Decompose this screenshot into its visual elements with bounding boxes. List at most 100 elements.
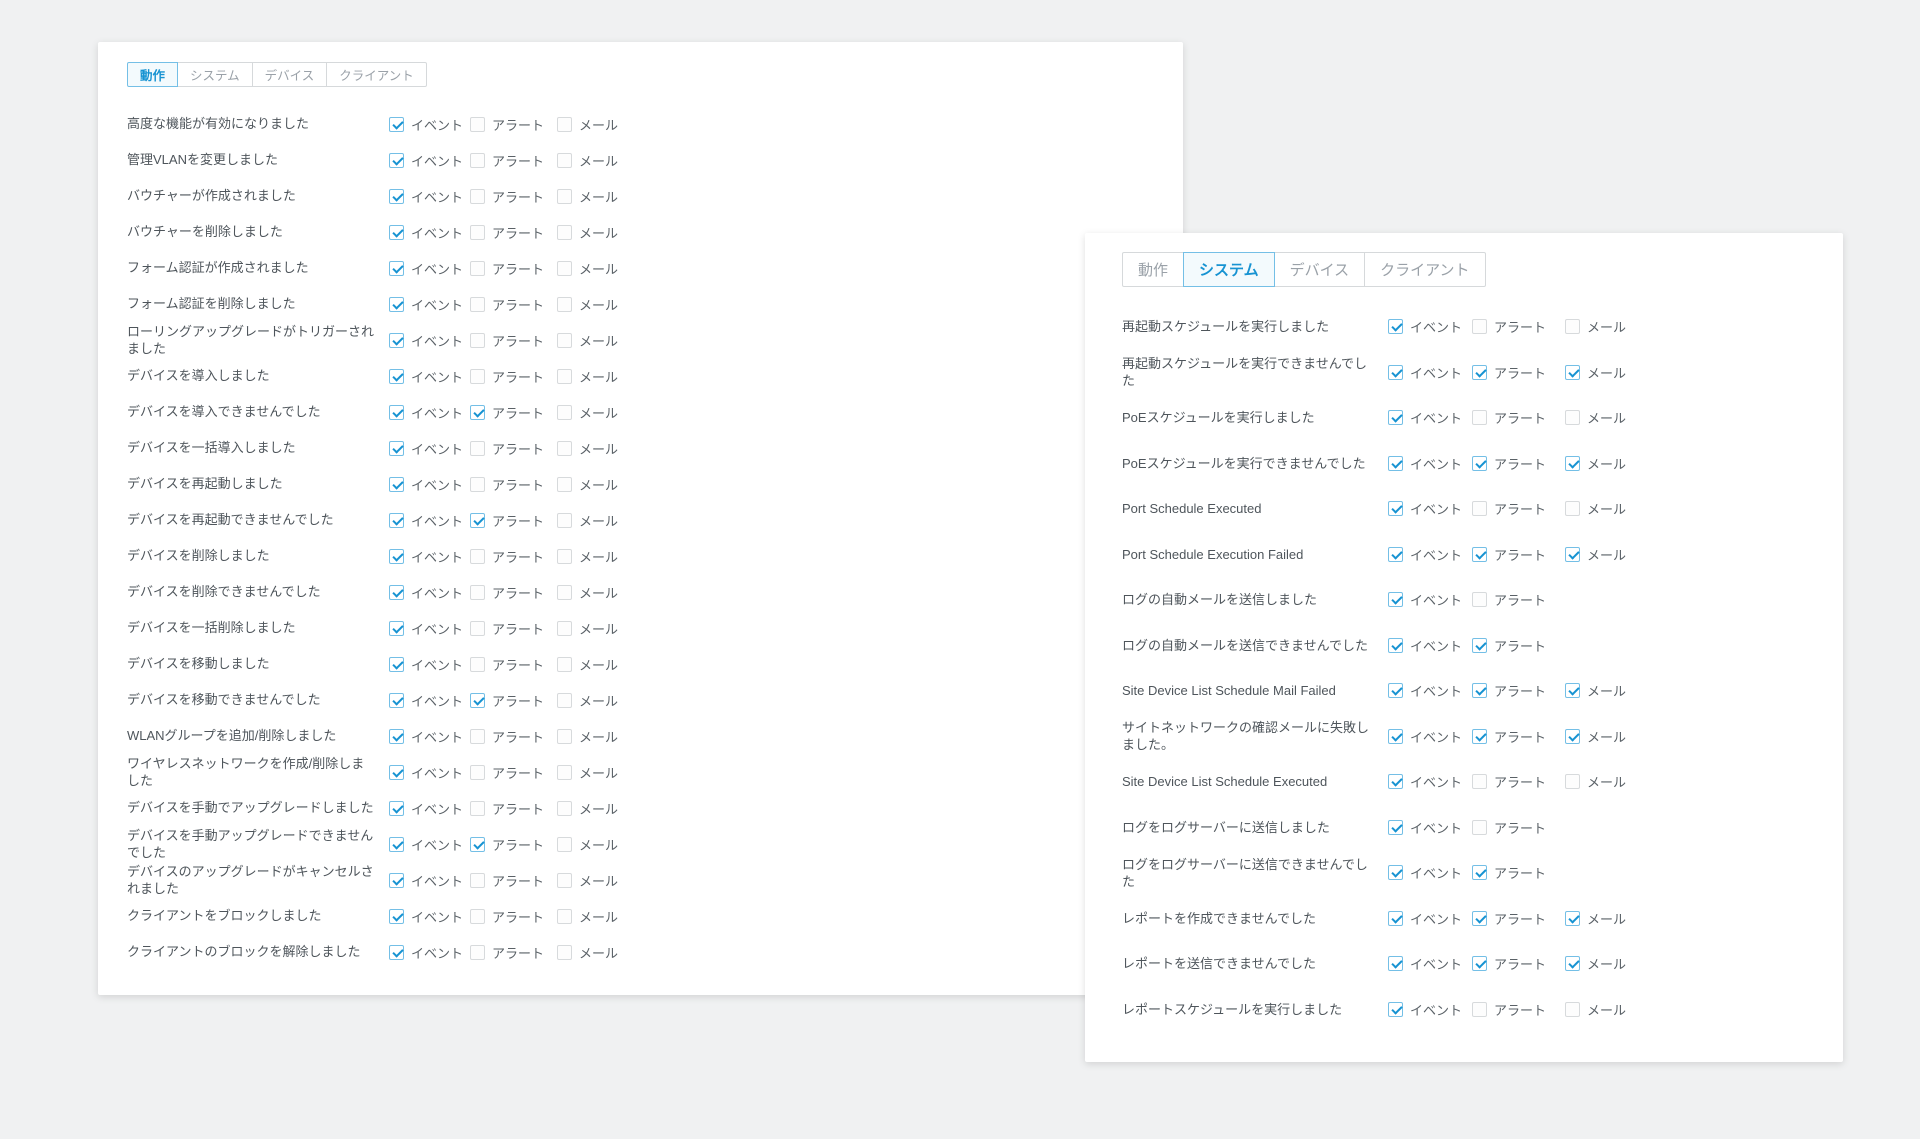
mail-checkbox[interactable] <box>1565 319 1580 334</box>
mail-checkbox-item[interactable]: メール <box>557 583 618 602</box>
mail-checkbox-item[interactable]: メール <box>1565 1000 1626 1019</box>
mail-checkbox-item[interactable]: メール <box>557 871 618 890</box>
tab-device[interactable]: デバイス <box>252 62 328 87</box>
tab-action[interactable]: 動作 <box>127 62 178 87</box>
mail-checkbox[interactable] <box>557 549 572 564</box>
event-checkbox-item[interactable]: イベント <box>389 259 470 278</box>
event-checkbox[interactable] <box>389 477 404 492</box>
mail-checkbox[interactable] <box>557 261 572 276</box>
alert-checkbox[interactable] <box>1472 501 1487 516</box>
event-checkbox-item[interactable]: イベント <box>1388 408 1472 427</box>
event-checkbox-item[interactable]: イベント <box>1388 727 1472 746</box>
event-checkbox-item[interactable]: イベント <box>1388 545 1472 564</box>
mail-checkbox-item[interactable]: メール <box>557 439 618 458</box>
alert-checkbox-item[interactable]: アラート <box>470 943 557 962</box>
alert-checkbox[interactable] <box>470 549 485 564</box>
event-checkbox-item[interactable]: イベント <box>389 835 470 854</box>
event-checkbox-item[interactable]: イベント <box>1388 1000 1472 1019</box>
alert-checkbox-item[interactable]: アラート <box>1472 636 1565 655</box>
alert-checkbox-item[interactable]: アラート <box>470 403 557 422</box>
mail-checkbox[interactable] <box>1565 774 1580 789</box>
event-checkbox[interactable] <box>389 333 404 348</box>
event-checkbox-item[interactable]: イベント <box>389 403 470 422</box>
alert-checkbox[interactable] <box>1472 592 1487 607</box>
event-checkbox-item[interactable]: イベント <box>389 511 470 530</box>
alert-checkbox[interactable] <box>470 621 485 636</box>
alert-checkbox[interactable] <box>1472 683 1487 698</box>
mail-checkbox-item[interactable]: メール <box>557 295 618 314</box>
mail-checkbox-item[interactable]: メール <box>557 727 618 746</box>
mail-checkbox-item[interactable]: メール <box>557 151 618 170</box>
event-checkbox-item[interactable]: イベント <box>389 115 470 134</box>
event-checkbox[interactable] <box>1388 638 1403 653</box>
mail-checkbox-item[interactable]: メール <box>557 403 618 422</box>
event-checkbox-item[interactable]: イベント <box>389 763 470 782</box>
event-checkbox[interactable] <box>1388 865 1403 880</box>
event-checkbox-item[interactable]: イベント <box>389 547 470 566</box>
alert-checkbox-item[interactable]: アラート <box>470 367 557 386</box>
alert-checkbox-item[interactable]: アラート <box>470 619 557 638</box>
mail-checkbox[interactable] <box>1565 956 1580 971</box>
mail-checkbox[interactable] <box>557 801 572 816</box>
mail-checkbox[interactable] <box>557 225 572 240</box>
event-checkbox-item[interactable]: イベント <box>1388 499 1472 518</box>
event-checkbox-item[interactable]: イベント <box>389 691 470 710</box>
event-checkbox-item[interactable]: イベント <box>1388 636 1472 655</box>
alert-checkbox-item[interactable]: アラート <box>470 763 557 782</box>
mail-checkbox[interactable] <box>557 945 572 960</box>
event-checkbox[interactable] <box>389 297 404 312</box>
alert-checkbox[interactable] <box>470 585 485 600</box>
mail-checkbox-item[interactable]: メール <box>557 835 618 854</box>
alert-checkbox-item[interactable]: アラート <box>1472 1000 1565 1019</box>
event-checkbox-item[interactable]: イベント <box>389 331 470 350</box>
alert-checkbox-item[interactable]: アラート <box>470 727 557 746</box>
event-checkbox[interactable] <box>389 585 404 600</box>
alert-checkbox[interactable] <box>470 729 485 744</box>
alert-checkbox-item[interactable]: アラート <box>470 223 557 242</box>
mail-checkbox-item[interactable]: メール <box>1565 727 1626 746</box>
event-checkbox-item[interactable]: イベント <box>389 151 470 170</box>
mail-checkbox[interactable] <box>557 729 572 744</box>
alert-checkbox[interactable] <box>470 441 485 456</box>
alert-checkbox[interactable] <box>1472 729 1487 744</box>
mail-checkbox-item[interactable]: メール <box>1565 909 1626 928</box>
alert-checkbox[interactable] <box>1472 1002 1487 1017</box>
event-checkbox[interactable] <box>389 801 404 816</box>
tab-system[interactable]: システム <box>1183 252 1275 287</box>
alert-checkbox-item[interactable]: アラート <box>1472 909 1565 928</box>
event-checkbox-item[interactable]: イベント <box>389 943 470 962</box>
event-checkbox[interactable] <box>389 261 404 276</box>
alert-checkbox[interactable] <box>470 369 485 384</box>
alert-checkbox-item[interactable]: アラート <box>470 871 557 890</box>
mail-checkbox[interactable] <box>1565 1002 1580 1017</box>
alert-checkbox-item[interactable]: アラート <box>470 691 557 710</box>
mail-checkbox-item[interactable]: メール <box>1565 454 1626 473</box>
mail-checkbox-item[interactable]: メール <box>1565 681 1626 700</box>
mail-checkbox-item[interactable]: メール <box>557 331 618 350</box>
event-checkbox[interactable] <box>389 909 404 924</box>
alert-checkbox[interactable] <box>470 513 485 528</box>
alert-checkbox-item[interactable]: アラート <box>470 331 557 350</box>
event-checkbox[interactable] <box>1388 365 1403 380</box>
event-checkbox-item[interactable]: イベント <box>389 295 470 314</box>
event-checkbox-item[interactable]: イベント <box>389 475 470 494</box>
mail-checkbox-item[interactable]: メール <box>557 547 618 566</box>
alert-checkbox-item[interactable]: アラート <box>470 583 557 602</box>
tab-client[interactable]: クライアント <box>1364 252 1485 287</box>
alert-checkbox-item[interactable]: アラート <box>1472 317 1565 336</box>
mail-checkbox-item[interactable]: メール <box>557 187 618 206</box>
mail-checkbox-item[interactable]: メール <box>557 367 618 386</box>
mail-checkbox[interactable] <box>557 441 572 456</box>
alert-checkbox[interactable] <box>470 657 485 672</box>
event-checkbox[interactable] <box>389 513 404 528</box>
mail-checkbox[interactable] <box>557 657 572 672</box>
mail-checkbox[interactable] <box>1565 410 1580 425</box>
mail-checkbox-item[interactable]: メール <box>557 475 618 494</box>
alert-checkbox-item[interactable]: アラート <box>470 799 557 818</box>
event-checkbox-item[interactable]: イベント <box>389 619 470 638</box>
event-checkbox-item[interactable]: イベント <box>1388 681 1472 700</box>
mail-checkbox[interactable] <box>1565 456 1580 471</box>
event-checkbox-item[interactable]: イベント <box>1388 818 1472 837</box>
alert-checkbox-item[interactable]: アラート <box>1472 954 1565 973</box>
alert-checkbox-item[interactable]: アラート <box>1472 408 1565 427</box>
